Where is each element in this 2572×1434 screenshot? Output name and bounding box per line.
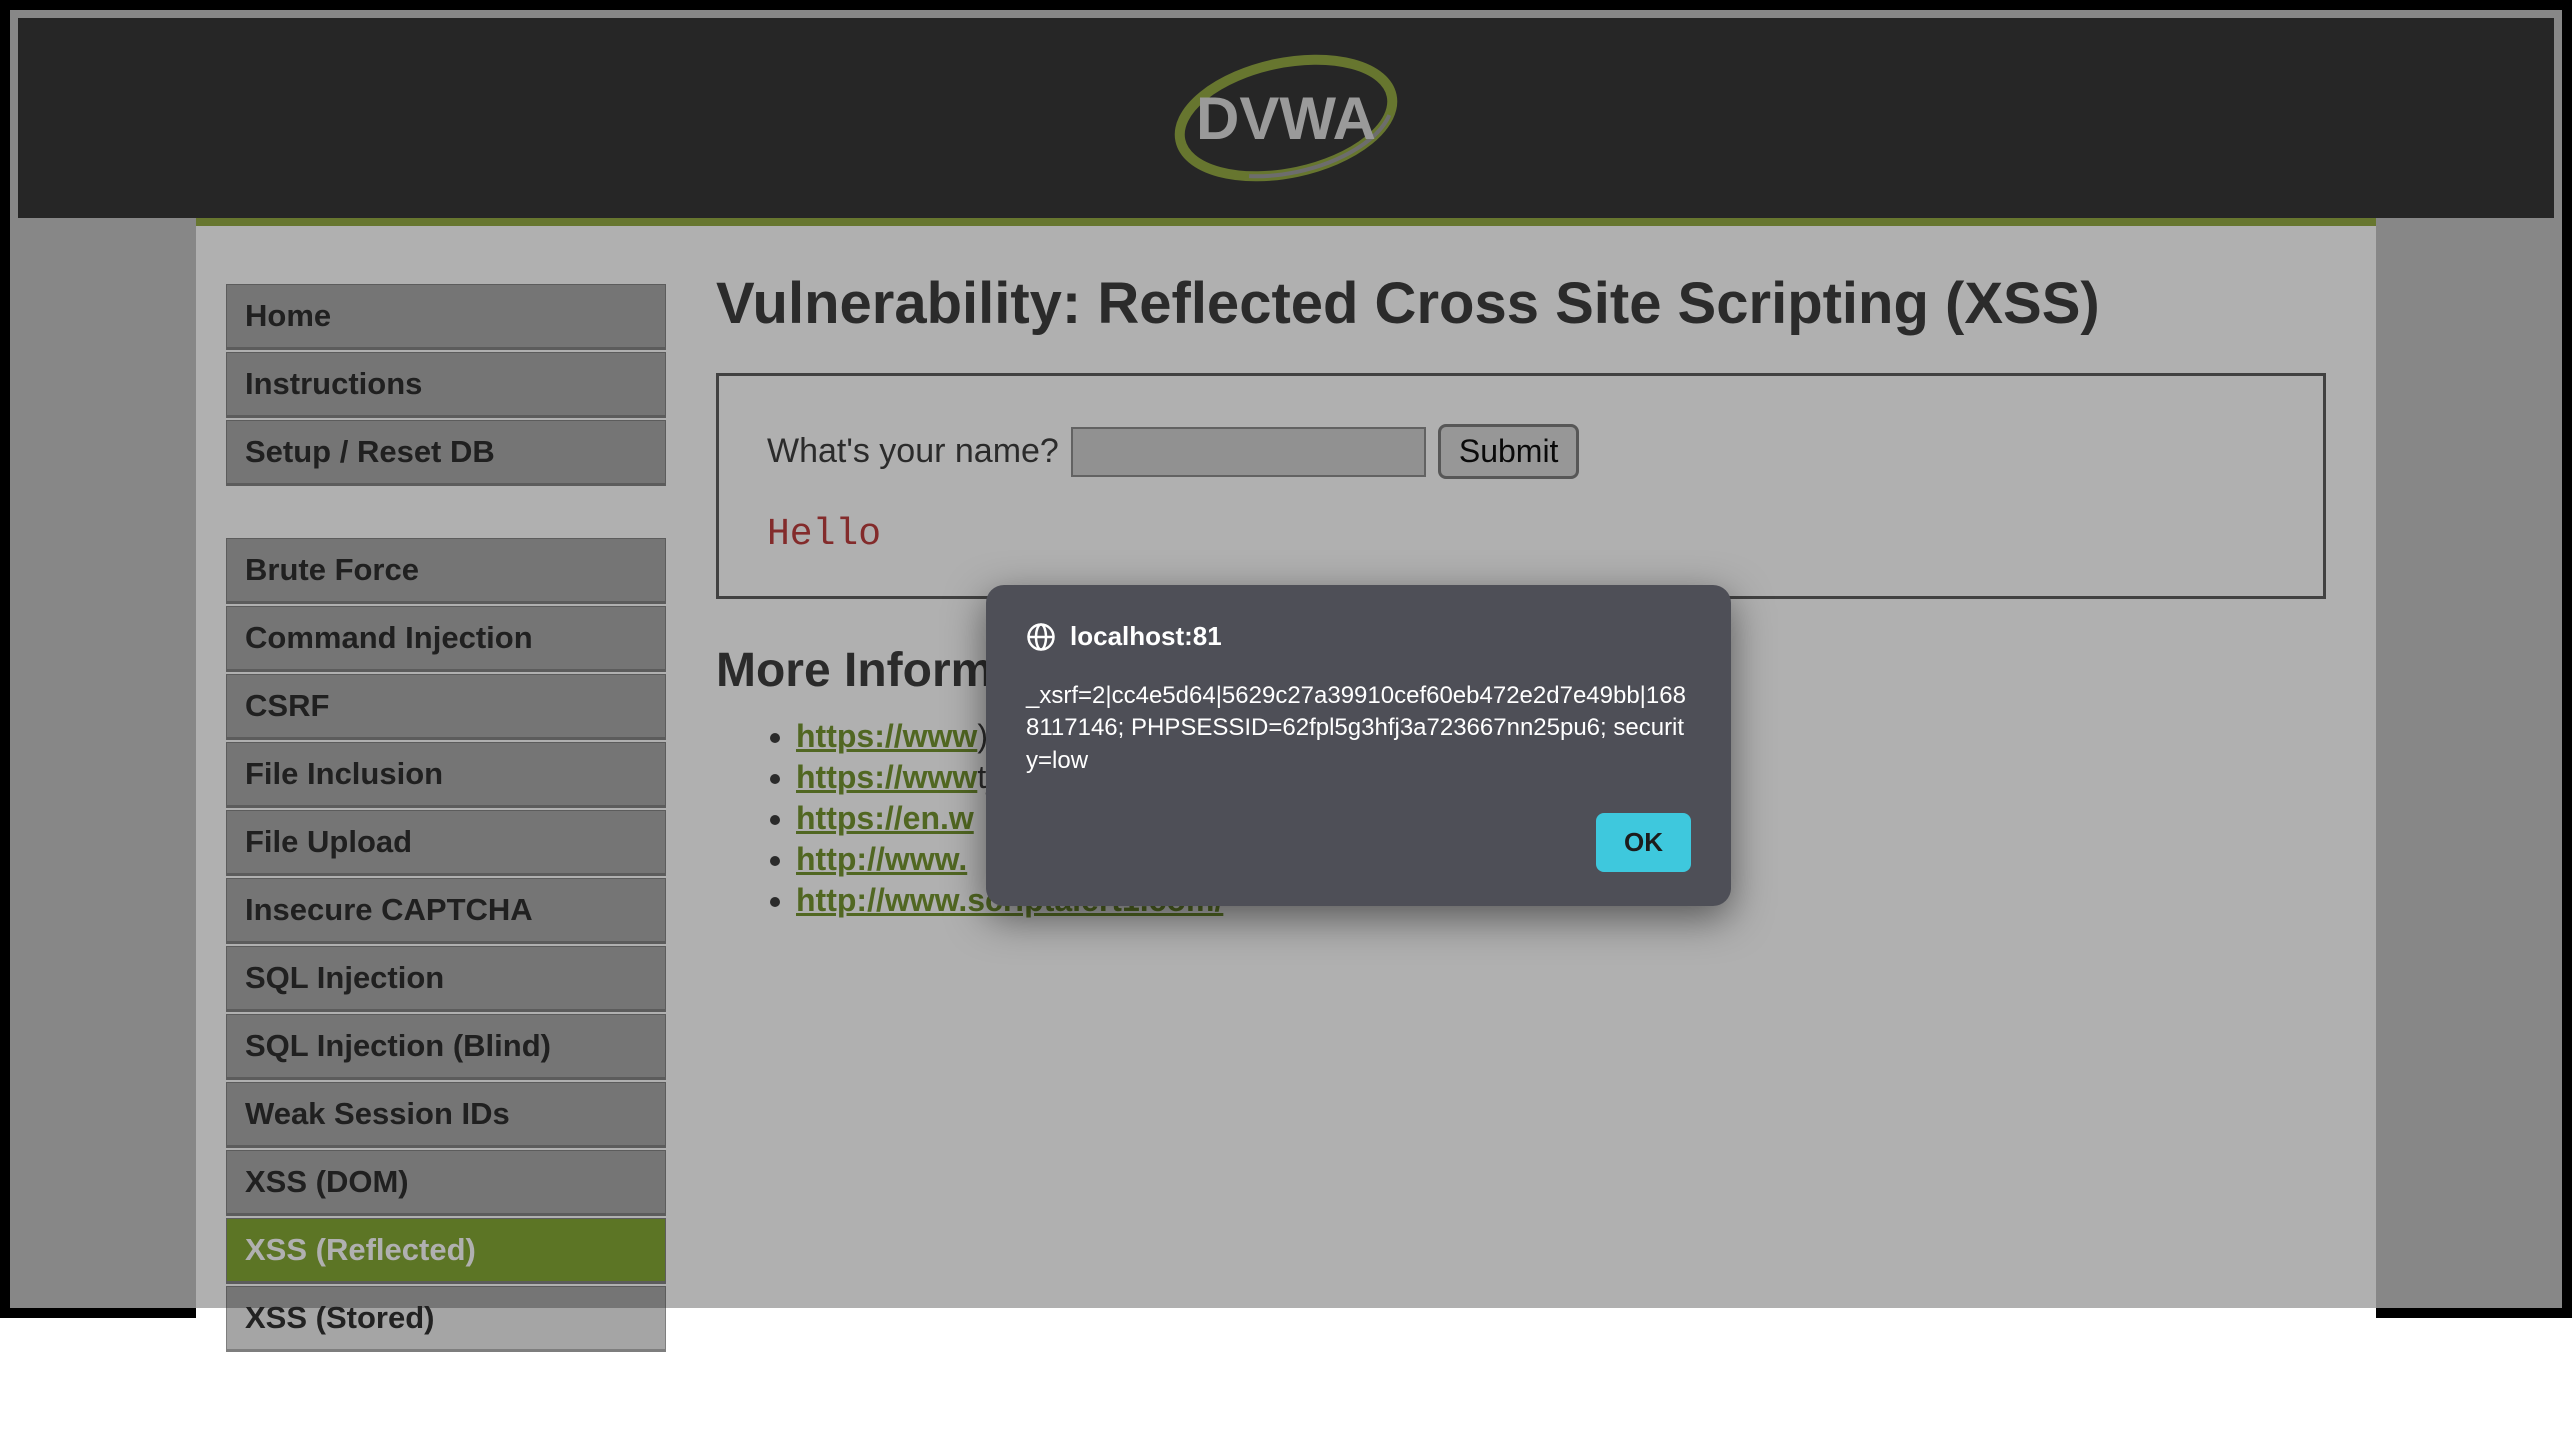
app-header: DVWA [18,18,2554,218]
sidebar-item-xss-dom[interactable]: XSS (DOM) [226,1150,666,1216]
xss-form-box: What's your name? Submit Hello [716,373,2326,599]
dvwa-logo: DVWA [1156,43,1416,193]
sidebar-item-xss-reflected[interactable]: XSS (Reflected) [226,1218,666,1284]
info-link[interactable]: https://www [796,759,977,795]
sidebar-item-file-inclusion[interactable]: File Inclusion [226,742,666,808]
info-link[interactable]: https://en.w [796,800,974,836]
sidebar-item-sql-injection-blind[interactable]: SQL Injection (Blind) [226,1014,666,1080]
name-label: What's your name? [767,432,1059,471]
sidebar-item-insecure-captcha[interactable]: Insecure CAPTCHA [226,878,666,944]
xss-output: Hello [767,513,2275,556]
js-alert-dialog: localhost:81 _xsrf=2|cc4e5d64|5629c27a39… [986,585,1731,906]
sidebar-item-home[interactable]: Home [226,284,666,350]
sidebar-item-csrf[interactable]: CSRF [226,674,666,740]
sidebar-item-setup[interactable]: Setup / Reset DB [226,420,666,486]
nav-group-vulns: Brute Force Command Injection CSRF File … [226,538,666,1354]
submit-button[interactable]: Submit [1438,424,1580,479]
page-title: Vulnerability: Reflected Cross Site Scri… [716,270,2326,337]
accent-divider [196,218,2376,226]
sidebar-item-file-upload[interactable]: File Upload [226,810,666,876]
info-link[interactable]: https://www [796,718,977,754]
sidebar-item-sql-injection[interactable]: SQL Injection [226,946,666,1012]
svg-text:DVWA: DVWA [1196,85,1376,152]
sidebar-item-brute-force[interactable]: Brute Force [226,538,666,604]
sidebar-item-weak-session-ids[interactable]: Weak Session IDs [226,1082,666,1148]
nav-group-primary: Home Instructions Setup / Reset DB [226,284,666,488]
sidebar-item-instructions[interactable]: Instructions [226,352,666,418]
globe-icon [1026,622,1056,652]
sidebar-nav: Home Instructions Setup / Reset DB Brute… [196,226,696,1434]
info-link[interactable]: http://www. [796,841,967,877]
sidebar-item-command-injection[interactable]: Command Injection [226,606,666,672]
name-input[interactable] [1071,427,1426,477]
alert-origin: localhost:81 [1070,621,1222,652]
alert-message: _xsrf=2|cc4e5d64|5629c27a39910cef60eb472… [1026,680,1691,777]
sidebar-item-xss-stored[interactable]: XSS (Stored) [226,1286,666,1352]
alert-ok-button[interactable]: OK [1596,813,1691,872]
